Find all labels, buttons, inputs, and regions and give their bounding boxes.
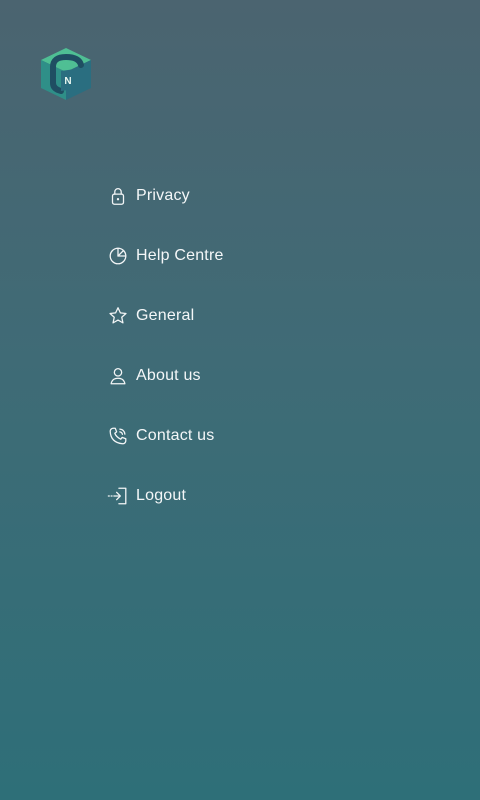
menu-item-contact-us[interactable]: Contact us xyxy=(106,418,366,454)
menu-item-general[interactable]: General xyxy=(106,298,366,334)
menu-label-contact-us: Contact us xyxy=(136,427,215,444)
logout-icon xyxy=(106,484,130,508)
side-menu: Privacy Help Centre General About us Con… xyxy=(106,178,366,538)
svg-text:N: N xyxy=(64,76,71,87)
menu-item-help-centre[interactable]: Help Centre xyxy=(106,238,366,274)
app-logo[interactable]: N xyxy=(37,45,95,103)
menu-label-help-centre: Help Centre xyxy=(136,247,224,264)
menu-label-about-us: About us xyxy=(136,367,201,384)
menu-label-privacy: Privacy xyxy=(136,187,190,204)
menu-item-about-us[interactable]: About us xyxy=(106,358,366,394)
lock-icon xyxy=(106,184,130,208)
pie-chart-icon xyxy=(106,244,130,268)
menu-item-logout[interactable]: Logout xyxy=(106,478,366,514)
menu-item-privacy[interactable]: Privacy xyxy=(106,178,366,214)
user-icon xyxy=(106,364,130,388)
star-icon xyxy=(106,304,130,328)
brand-cube-logo-icon: N xyxy=(41,48,91,100)
menu-label-general: General xyxy=(136,307,195,324)
phone-icon xyxy=(106,424,130,448)
menu-label-logout: Logout xyxy=(136,487,187,504)
